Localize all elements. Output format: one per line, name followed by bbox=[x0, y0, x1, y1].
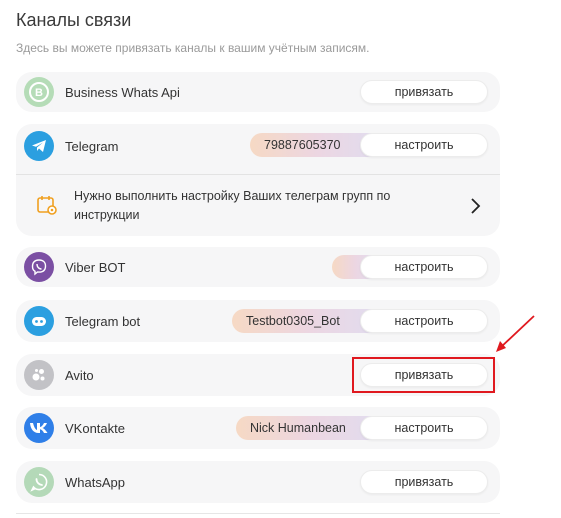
svg-text:B: B bbox=[35, 87, 43, 99]
bind-button[interactable]: привязать bbox=[360, 80, 488, 104]
vk-icon bbox=[24, 413, 54, 443]
channel-name: Avito bbox=[65, 368, 94, 383]
channel-name: Telegram bot bbox=[65, 314, 141, 329]
telegram-bot-icon bbox=[24, 306, 54, 336]
avito-icon bbox=[24, 360, 54, 390]
channel-name: VKontakte bbox=[65, 421, 125, 436]
viber-icon bbox=[24, 252, 54, 282]
bottom-divider bbox=[16, 513, 500, 514]
annotation-arrow bbox=[496, 315, 535, 352]
account-badge: 79887605370 bbox=[250, 133, 374, 157]
page-title: Каналы связи bbox=[16, 10, 132, 30]
channel-row-viber-bot: Viber BOT настроить bbox=[16, 247, 500, 287]
calendar-gear-icon bbox=[36, 194, 58, 216]
channel-row-vkontakte: VKontakte Nick Humanbean настроить bbox=[16, 407, 500, 449]
configure-button[interactable]: настроить bbox=[360, 416, 488, 440]
channel-name: WhatsApp bbox=[65, 475, 125, 490]
configure-button[interactable]: настроить bbox=[360, 133, 488, 157]
channel-name: Viber BOT bbox=[65, 260, 126, 275]
channel-row-business-whats-api: B Business Whats Api привязать bbox=[16, 72, 500, 112]
highlight-box bbox=[352, 357, 495, 393]
telegram-icon bbox=[24, 131, 54, 161]
whatsapp-business-icon: B bbox=[24, 77, 54, 107]
page-subtitle: Здесь вы можете привязать каналы к вашим… bbox=[16, 41, 370, 55]
channel-name: Telegram bbox=[65, 139, 119, 154]
channel-row-telegram: Telegram 79887605370 настроить Нужно вып… bbox=[16, 124, 500, 236]
telegram-notice-text: Нужно выполнить настройку Ваших телеграм… bbox=[74, 189, 391, 222]
chevron-right-icon[interactable] bbox=[468, 196, 482, 216]
configure-button[interactable]: настроить bbox=[360, 309, 488, 333]
row-divider bbox=[16, 174, 500, 175]
bind-button[interactable]: привязать bbox=[360, 470, 488, 494]
channel-name: Business Whats Api bbox=[65, 85, 180, 100]
whatsapp-icon bbox=[24, 467, 54, 497]
account-badge: Nick Humanbean bbox=[236, 416, 374, 440]
channel-row-whatsapp: WhatsApp привязать bbox=[16, 461, 500, 503]
account-badge: Testbot0305_Bot bbox=[232, 309, 374, 333]
channel-row-telegram-bot: Telegram bot Testbot0305_Bot настроить bbox=[16, 300, 500, 342]
configure-button[interactable]: настроить bbox=[360, 255, 488, 279]
